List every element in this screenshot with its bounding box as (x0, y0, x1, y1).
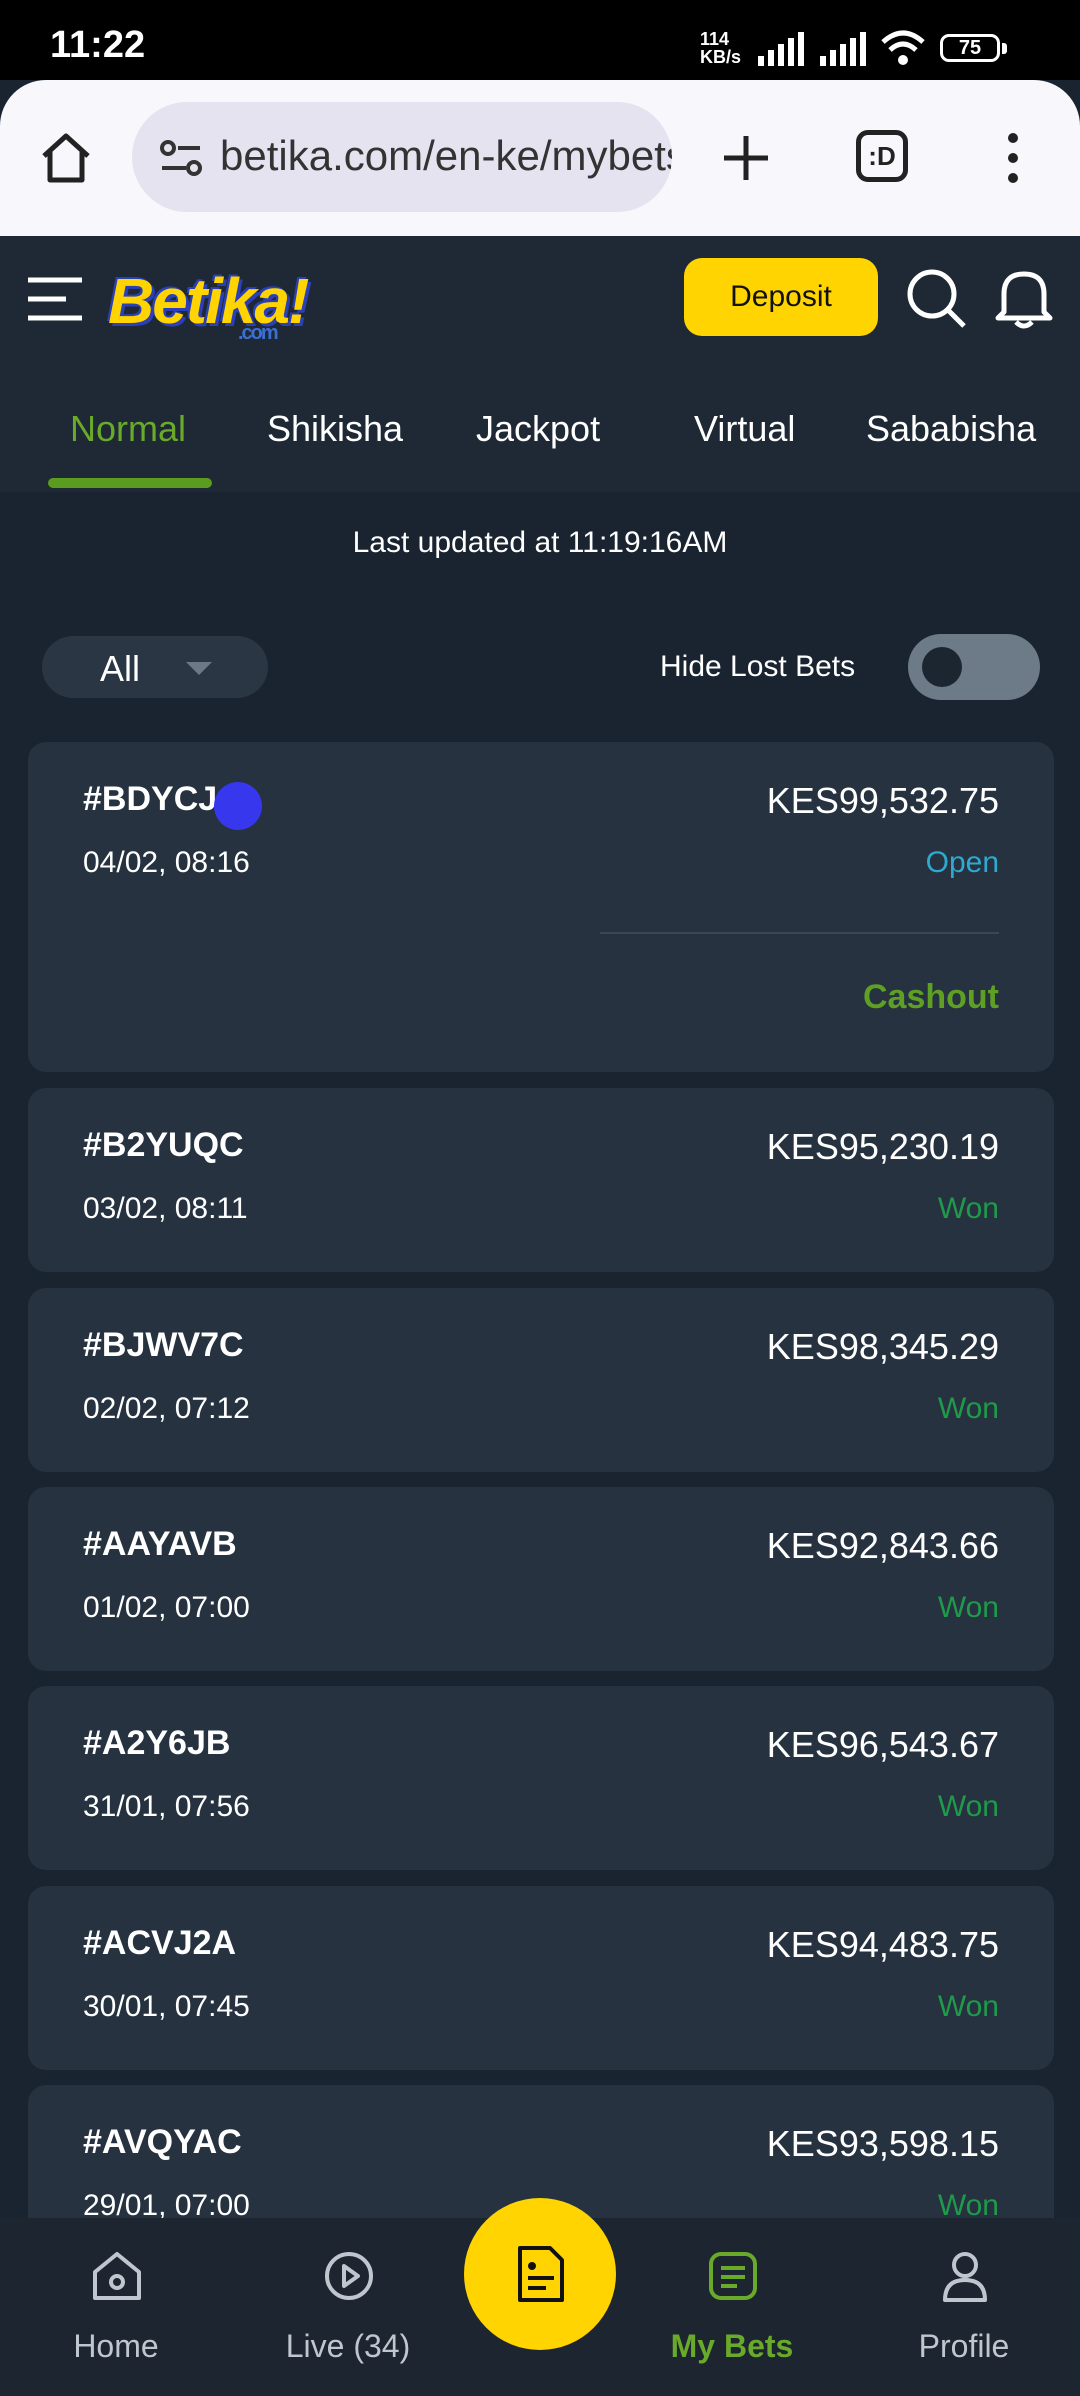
tab-shikisha[interactable]: Shikisha (267, 408, 403, 450)
betika-logo[interactable]: Betika! .com (108, 264, 309, 344)
touch-indicator (214, 782, 262, 830)
url-bar[interactable]: betika.com/en-ke/mybets (132, 102, 672, 212)
bet-date: 31/01, 07:56 (83, 1790, 250, 1823)
network-speed: 114 KB/s (700, 30, 741, 66)
play-circle-icon (325, 2252, 373, 2300)
bet-status: Won (937, 1790, 999, 1823)
network-speed-value: 114 (700, 29, 730, 49)
bet-card[interactable]: #AAYAVB 01/02, 07:00 KES92,843.66 Won (28, 1487, 1054, 1671)
bet-date: 03/02, 08:11 (83, 1192, 248, 1225)
deposit-button[interactable]: Deposit (684, 258, 878, 336)
new-tab-icon[interactable] (718, 130, 774, 186)
home-icon[interactable] (38, 130, 94, 186)
network-speed-unit: KB/s (700, 47, 742, 67)
cell-signal-icon (758, 32, 804, 66)
bet-card[interactable]: #BJWV7C 02/02, 07:12 KES98,345.29 Won (28, 1288, 1054, 1472)
bet-status: Open (925, 846, 999, 879)
app-header: Betika! .com Deposit (0, 236, 1080, 360)
nav-home[interactable]: Home (16, 2218, 216, 2396)
tab-switcher-button[interactable]: :D (856, 130, 908, 182)
betslip-button[interactable] (464, 2198, 616, 2350)
battery-level: 75 (958, 37, 982, 59)
tab-switcher-label: :D (868, 141, 896, 171)
user-icon (943, 2252, 987, 2302)
my-bets-icon (709, 2252, 757, 2300)
browser-toolbar: betika.com/en-ke/mybets :D (0, 80, 1080, 236)
bet-card[interactable]: #A2Y6JB 31/01, 07:56 KES96,543.67 Won (28, 1686, 1054, 1870)
bet-status: Won (937, 1392, 999, 1425)
bet-card[interactable]: #B2YUQC 03/02, 08:11 KES95,230.19 Won (28, 1088, 1054, 1272)
tab-jackpot[interactable]: Jackpot (476, 408, 600, 450)
toggle-knob (922, 647, 962, 687)
bet-amount: KES99,532.75 (766, 780, 999, 821)
bet-amount: KES92,843.66 (766, 1525, 999, 1566)
bet-amount: KES93,598.15 (766, 2123, 999, 2164)
filter-selected-value: All (100, 648, 141, 689)
bet-date: 30/01, 07:45 (83, 1990, 250, 2023)
tab-virtual[interactable]: Virtual (694, 408, 795, 450)
notification-bell-icon[interactable] (992, 264, 1056, 332)
bet-type-tabs: Normal Shikisha Jackpot Virtual Sababish… (0, 360, 1080, 492)
active-tab-indicator (48, 478, 212, 488)
bet-id: #AVQYAC (83, 2123, 242, 2161)
nav-live-label: Live (34) (285, 2328, 411, 2364)
bet-id: #A2Y6JB (83, 1724, 231, 1762)
cell-signal-2-icon (820, 32, 866, 66)
nav-home-label: Home (73, 2328, 159, 2364)
divider (600, 932, 999, 934)
nav-my-bets[interactable]: My Bets (632, 2218, 832, 2396)
wifi-icon (881, 30, 925, 65)
tab-normal[interactable]: Normal (70, 408, 186, 450)
hamburger-menu-icon[interactable] (26, 274, 84, 324)
more-menu-icon[interactable] (998, 128, 1028, 188)
status-bar: 11:22 114 KB/s 75 (0, 0, 1080, 80)
bet-date: 01/02, 07:00 (83, 1591, 250, 1624)
nav-profile-label: Profile (918, 2328, 1010, 2364)
nav-live[interactable]: Live (34) (248, 2218, 448, 2396)
bet-amount: KES96,543.67 (766, 1724, 999, 1765)
tab-sababisha[interactable]: Sababisha (866, 408, 1036, 450)
chevron-down-icon (186, 662, 212, 675)
bet-date: 04/02, 08:16 (83, 846, 250, 879)
betslip-icon (518, 2246, 564, 2302)
bet-id: #AAYAVB (83, 1525, 237, 1563)
bet-amount: KES98,345.29 (766, 1326, 999, 1367)
bet-id: #BJWV7C (83, 1326, 244, 1364)
logo-sub: .com (238, 322, 279, 344)
last-updated-text: Last updated at 11:19:16AM (352, 526, 728, 559)
bet-date: 02/02, 07:12 (83, 1392, 250, 1425)
nav-my-bets-label: My Bets (670, 2328, 794, 2364)
bet-amount: KES95,230.19 (766, 1126, 999, 1167)
url-text: betika.com/en-ke/mybets (220, 132, 672, 179)
bet-id: #BDYCJ (83, 780, 218, 818)
battery-icon: 75 (940, 34, 1007, 62)
bet-status: Won (937, 1591, 999, 1624)
logo-text: Betika! (108, 265, 309, 337)
bet-status: Won (937, 1990, 999, 2023)
bet-id: #B2YUQC (83, 1126, 244, 1164)
status-time: 11:22 (50, 24, 146, 66)
hide-lost-bets-toggle[interactable] (908, 634, 1040, 700)
bet-card[interactable]: #ACVJ2A 30/01, 07:45 KES94,483.75 Won (28, 1886, 1054, 2070)
hide-lost-bets-label: Hide Lost Bets (660, 650, 856, 683)
nav-profile[interactable]: Profile (864, 2218, 1064, 2396)
bet-status: Won (937, 1192, 999, 1225)
bet-amount: KES94,483.75 (766, 1924, 999, 1965)
search-icon[interactable] (904, 266, 968, 330)
bet-id: #ACVJ2A (83, 1924, 237, 1962)
bet-filter-dropdown[interactable]: All (42, 636, 268, 698)
site-settings-icon[interactable] (160, 138, 204, 178)
bet-card[interactable]: #BDYCJ 04/02, 08:16 KES99,532.75 Open Ca… (28, 742, 1054, 1072)
home-icon (93, 2252, 141, 2300)
cashout-button[interactable]: Cashout (863, 978, 999, 1017)
